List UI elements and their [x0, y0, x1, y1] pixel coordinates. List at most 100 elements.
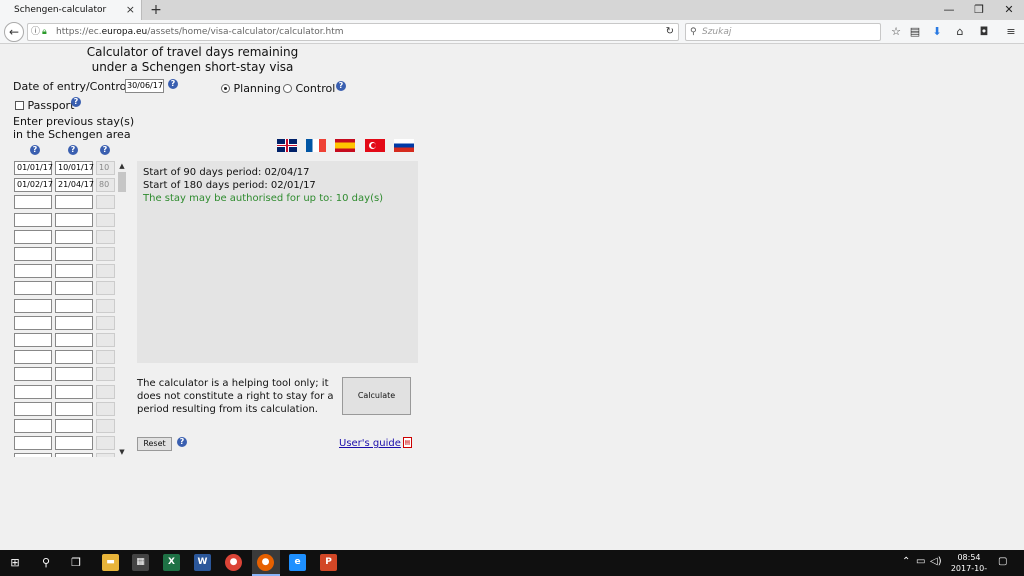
chrome-icon[interactable]: ●	[225, 554, 242, 571]
info-icon[interactable]: ⓘ	[31, 24, 40, 40]
flag-tr-icon[interactable]	[365, 139, 385, 152]
flag-es-icon[interactable]	[335, 139, 355, 152]
flag-en-icon[interactable]	[277, 139, 297, 152]
stay-days-output	[96, 367, 115, 382]
scroll-up-icon[interactable]: ▲	[117, 161, 127, 171]
stay-entry-input[interactable]	[14, 333, 52, 347]
stay-entry-input[interactable]	[14, 229, 52, 244]
bookmark-star-icon[interactable]: ☆	[888, 24, 904, 40]
calculate-button[interactable]: Calculate	[342, 377, 411, 415]
stay-entry-input[interactable]	[14, 281, 52, 296]
taskbar-search-icon[interactable]: ⚲	[36, 553, 56, 573]
new-tab-button[interactable]: +	[149, 0, 163, 20]
stay-exit-input[interactable]	[55, 212, 93, 227]
previous-stays-label: Enter previous stay(s) in the Schengen a…	[13, 115, 134, 141]
word-icon[interactable]: W	[194, 554, 211, 571]
stay-exit-input[interactable]	[55, 281, 93, 296]
search-input[interactable]: ⚲ Szukaj	[685, 23, 881, 41]
notifications-icon[interactable]: ▢	[998, 556, 1007, 567]
home-icon[interactable]: ⌂	[952, 24, 968, 40]
excel-icon[interactable]: X	[163, 554, 180, 571]
minimize-button[interactable]: —	[934, 0, 964, 20]
stay-exit-input[interactable]	[55, 298, 93, 313]
stay-entry-input[interactable]: 01/02/17	[14, 178, 53, 193]
stay-exit-input[interactable]	[55, 419, 93, 433]
stay-exit-input[interactable]	[55, 453, 93, 457]
date-input[interactable]: 30/06/17	[125, 79, 164, 93]
stay-exit-input[interactable]	[55, 264, 93, 279]
powerpoint-icon[interactable]: P	[320, 554, 337, 571]
tab-close-icon[interactable]: ×	[126, 0, 135, 20]
stay-exit-input[interactable]: 21/04/17	[55, 178, 94, 193]
stay-exit-input[interactable]: 10/01/17	[55, 161, 94, 175]
page-title: Calculator of travel days remaining unde…	[80, 45, 305, 75]
stay-entry-input[interactable]	[14, 401, 52, 416]
mode-planning[interactable]: Planning	[221, 82, 281, 95]
stay-entry-input[interactable]	[14, 350, 52, 365]
stay-entry-input[interactable]	[14, 315, 52, 330]
maximize-button[interactable]: ❐	[964, 0, 994, 20]
file-explorer-icon[interactable]: ▬	[102, 554, 119, 571]
stay-exit-input[interactable]	[55, 350, 93, 365]
reset-button[interactable]: Reset	[137, 437, 172, 451]
stay-exit-input[interactable]	[55, 247, 93, 261]
control-radio[interactable]	[283, 84, 292, 93]
library-icon[interactable]: ▤	[907, 24, 923, 40]
stay-entry-input[interactable]	[14, 453, 52, 457]
back-button[interactable]: ←	[4, 22, 24, 42]
mode-help-icon[interactable]: ?	[336, 81, 346, 91]
store-icon[interactable]: ▦	[132, 554, 149, 571]
download-icon[interactable]: ⬇	[929, 24, 945, 40]
tab-schengen-calculator[interactable]: Schengen-calculator ×	[0, 0, 142, 20]
stay-entry-input[interactable]	[14, 367, 52, 382]
volume-icon[interactable]: ◁)	[930, 556, 942, 567]
reset-help-icon[interactable]: ?	[177, 437, 187, 447]
reload-icon[interactable]: ↻	[666, 24, 674, 40]
stay-exit-input[interactable]	[55, 401, 93, 416]
pocket-icon[interactable]: ◘	[976, 24, 992, 40]
stay-exit-input[interactable]	[55, 384, 93, 399]
pdf-icon[interactable]: ▤	[403, 437, 412, 448]
planning-radio[interactable]	[221, 84, 230, 93]
stay-exit-input[interactable]	[55, 195, 93, 210]
flag-fr-icon[interactable]	[306, 139, 326, 152]
stay-entry-input[interactable]	[14, 384, 52, 399]
stay-entry-input[interactable]	[14, 436, 52, 451]
passport-option[interactable]: Passport	[15, 99, 74, 112]
stay-exit-input[interactable]	[55, 436, 93, 451]
entry-help-icon[interactable]: ?	[30, 145, 40, 155]
stay-exit-input[interactable]	[55, 333, 93, 347]
stay-days-output	[96, 298, 115, 313]
date-help-icon[interactable]: ?	[168, 79, 178, 89]
passport-checkbox[interactable]	[15, 101, 24, 110]
mode-control[interactable]: Control	[283, 82, 335, 95]
stay-entry-input[interactable]	[14, 298, 52, 313]
tray-chevron-icon[interactable]: ⌃	[902, 556, 910, 567]
stay-entry-input[interactable]	[14, 212, 52, 227]
menu-icon[interactable]: ≡	[1003, 24, 1019, 40]
edge-icon[interactable]: e	[289, 554, 306, 571]
stay-entry-input[interactable]	[14, 247, 52, 261]
stay-exit-input[interactable]	[55, 229, 93, 244]
stays-scrollbar[interactable]: ▲ ▼	[117, 161, 127, 457]
stay-entry-input[interactable]: 01/01/17	[14, 161, 53, 175]
stay-entry-input[interactable]	[14, 195, 52, 210]
stay-exit-input[interactable]	[55, 367, 93, 382]
exit-help-icon[interactable]: ?	[68, 145, 78, 155]
passport-help-icon[interactable]: ?	[71, 97, 81, 107]
scroll-down-icon[interactable]: ▼	[117, 447, 127, 457]
windows-start-icon[interactable]: ⊞	[5, 553, 25, 573]
flag-ru-icon[interactable]	[394, 139, 414, 152]
stay-entry-input[interactable]	[14, 264, 52, 279]
scroll-thumb[interactable]	[118, 172, 126, 192]
stay-entry-input[interactable]	[14, 419, 52, 433]
stay-exit-input[interactable]	[55, 315, 93, 330]
close-window-button[interactable]: ✕	[994, 0, 1024, 20]
users-guide-link[interactable]: User's guide	[339, 438, 401, 449]
days-help-icon[interactable]: ?	[100, 145, 110, 155]
firefox-icon[interactable]: ●	[257, 554, 274, 571]
taskbar-clock[interactable]: 08:54 2017-10-02	[946, 552, 992, 576]
address-bar[interactable]: ⓘ 🔒︎ https://ec.europa.eu/assets/home/vi…	[27, 23, 679, 41]
network-icon[interactable]: ▭	[916, 556, 925, 567]
task-view-icon[interactable]: ❐	[66, 553, 86, 573]
